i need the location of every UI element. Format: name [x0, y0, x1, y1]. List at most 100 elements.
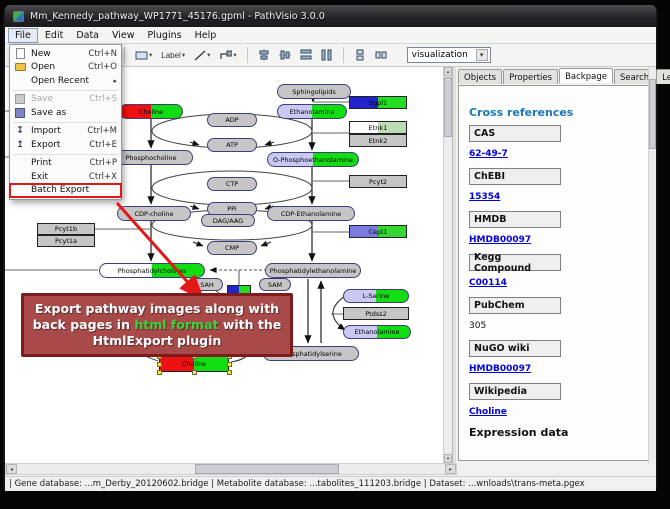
node-ctp[interactable]: CTP — [207, 177, 257, 191]
file-menu-item-batch-export[interactable]: Batch Export — [10, 184, 121, 198]
node-phosphatidylethanolamine[interactable]: Phosphatidylethanolamine — [265, 263, 361, 278]
visualization-combobox[interactable]: visualization ▾ — [407, 47, 491, 63]
node-cdp-ethanolamine[interactable]: CDP-Ethanolamine — [267, 206, 355, 221]
desktop-background: Mm_Kennedy_pathway_WP1771_45176.gpml - P… — [0, 0, 670, 509]
node-label: Sgpl1 — [369, 99, 387, 107]
stack-vertical-button[interactable] — [351, 46, 369, 64]
menu-edit[interactable]: Edit — [39, 29, 69, 42]
node-label: Phosphatidylcholines — [118, 267, 187, 275]
selection-handle[interactable] — [227, 362, 232, 367]
scroll-up-icon[interactable]: ▴ — [444, 67, 452, 76]
title-bar[interactable]: Mm_Kennedy_pathway_WP1771_45176.gpml - P… — [5, 5, 656, 27]
file-menu: NewCtrl+NOpenCtrl+OOpen Recent▸ SaveCtrl+… — [9, 44, 122, 200]
node-l-serine[interactable]: L-Serine — [343, 289, 409, 303]
file-menu-item-save-as[interactable]: Save as — [10, 106, 121, 120]
stack-horizontal-button[interactable] — [372, 46, 390, 64]
selection-handle[interactable] — [157, 370, 162, 375]
node-cdp-choline[interactable]: CDP-choline — [117, 206, 191, 221]
node-label: Ethanolamine — [355, 328, 400, 336]
file-menu-item-import[interactable]: ↧ImportCtrl+M — [10, 125, 121, 139]
scrollbar-thumb[interactable] — [195, 464, 339, 474]
node-choline-top[interactable]: Choline — [119, 104, 183, 119]
node-ethanolamine-top[interactable]: Ethanolamine — [277, 104, 347, 119]
node-phosphatidylcholines[interactable]: Phosphatidylcholines — [99, 263, 205, 278]
chevron-down-icon[interactable]: ▾ — [476, 49, 488, 61]
menu-item-spacer — [13, 171, 27, 182]
xref-section-kegg-compound: Kegg CompoundC00114 — [469, 254, 653, 288]
xref-link[interactable]: 15354 — [469, 192, 500, 202]
xref-section-pubchem: PubChem305 — [469, 297, 653, 331]
line-tool-button[interactable]: ▾ — [191, 46, 213, 64]
align-center-y-button[interactable] — [276, 46, 294, 64]
scroll-right-icon[interactable]: ▸ — [445, 464, 456, 474]
xref-title: PubChem — [469, 297, 561, 314]
xref-link[interactable]: Choline — [469, 407, 507, 417]
menu-data[interactable]: Data — [70, 29, 105, 42]
node-label: SAH — [200, 281, 214, 289]
menu-view[interactable]: View — [106, 29, 141, 42]
align-center-x-button[interactable] — [255, 46, 273, 64]
selection-handle[interactable] — [157, 362, 162, 367]
xref-title: CAS — [469, 125, 561, 142]
node-sam[interactable]: SAM — [259, 278, 291, 291]
xref-link[interactable]: C00114 — [469, 278, 507, 288]
scrollbar-thumb[interactable] — [444, 77, 452, 137]
menu-plugins[interactable]: Plugins — [142, 29, 188, 42]
connector-tool-button[interactable]: ▾ — [216, 46, 239, 64]
file-menu-item-export[interactable]: ↥ExportCtrl+E — [10, 138, 121, 152]
file-menu-item-exit[interactable]: ExitCtrl+X — [10, 170, 121, 184]
menu-file[interactable]: File — [8, 28, 38, 43]
node-label: Pcyt1a — [55, 237, 77, 245]
xref-section-hmdb: HMDBHMDB00097 — [469, 211, 653, 245]
canvas-horizontal-scrollbar[interactable]: ◂ ▸ — [5, 463, 457, 475]
file-menu-item-save[interactable]: SaveCtrl+S — [10, 93, 121, 107]
file-menu-item-open[interactable]: OpenCtrl+O — [10, 61, 121, 75]
scroll-left-icon[interactable]: ◂ — [6, 464, 17, 474]
common-width-button[interactable] — [297, 46, 315, 64]
xref-link[interactable]: 62-49-7 — [469, 149, 508, 159]
xref-link[interactable]: HMDB00097 — [469, 235, 531, 245]
gene-pcyt1a[interactable]: Pcyt1a — [37, 235, 95, 247]
node-label: O-Phosphoethanolamine — [273, 156, 353, 164]
gene-pcyt2[interactable]: Pcyt2 — [349, 175, 407, 188]
file-menu-item-open-recent[interactable]: Open Recent▸ — [10, 74, 121, 88]
panel-vertical-scrollbar[interactable] — [648, 67, 656, 463]
export-icon: ↥ — [13, 139, 27, 150]
tab-objects[interactable]: Objects — [458, 69, 502, 84]
gene-pcyt1b[interactable]: Pcyt1b — [37, 223, 95, 235]
callout-highlight: html format — [134, 317, 218, 332]
datanode-tool-button[interactable]: ▾ — [132, 46, 155, 64]
gene-etnk1[interactable]: Etnk1 — [349, 121, 407, 134]
chevron-down-icon: ▾ — [182, 51, 185, 59]
node-dag-aag[interactable]: DAG/AAG — [201, 214, 255, 227]
node-label: Etnk1 — [369, 124, 388, 132]
scroll-down-icon[interactable]: ▾ — [444, 454, 452, 463]
node-ethanolamine-bottom[interactable]: Ethanolamine — [343, 325, 411, 339]
menu-help[interactable]: Help — [189, 29, 223, 42]
gene-ptdss2[interactable]: Ptdss2 — [343, 307, 409, 320]
scrollbar-thumb[interactable] — [649, 79, 656, 149]
xref-link[interactable]: HMDB00097 — [469, 364, 531, 374]
canvas-vertical-scrollbar[interactable]: ▴ ▾ — [443, 67, 452, 463]
node-adp[interactable]: ADP — [207, 113, 257, 127]
node-sphingolipids[interactable]: Sphingolipids — [277, 84, 351, 99]
tab-legend[interactable]: Legend — [656, 69, 670, 84]
gene-cept1[interactable]: Cept1 — [349, 225, 407, 238]
gene-etnk2[interactable]: Etnk2 — [349, 134, 407, 147]
node-choline-selected[interactable]: Choline — [159, 356, 229, 372]
menu-item-label: Open — [31, 62, 88, 72]
node-atp[interactable]: ATP — [207, 138, 257, 152]
file-menu-item-print[interactable]: PrintCtrl+P — [10, 157, 121, 171]
selection-handle[interactable] — [192, 370, 197, 375]
node-o-phosphoethanolamine[interactable]: O-Phosphoethanolamine — [267, 152, 359, 167]
selection-handle[interactable] — [227, 370, 232, 375]
node-sah[interactable]: SAH — [191, 278, 223, 291]
node-cmp[interactable]: CMP — [207, 241, 257, 255]
gene-sgpl1[interactable]: Sgpl1 — [349, 96, 407, 109]
common-height-button[interactable] — [318, 46, 336, 64]
import-icon: ↧ — [13, 126, 27, 137]
tab-properties[interactable]: Properties — [503, 69, 558, 84]
tab-backpage[interactable]: Backpage — [559, 68, 613, 83]
label-tool-button[interactable]: Label ▾ — [158, 46, 188, 64]
file-menu-item-new[interactable]: NewCtrl+N — [10, 47, 121, 61]
